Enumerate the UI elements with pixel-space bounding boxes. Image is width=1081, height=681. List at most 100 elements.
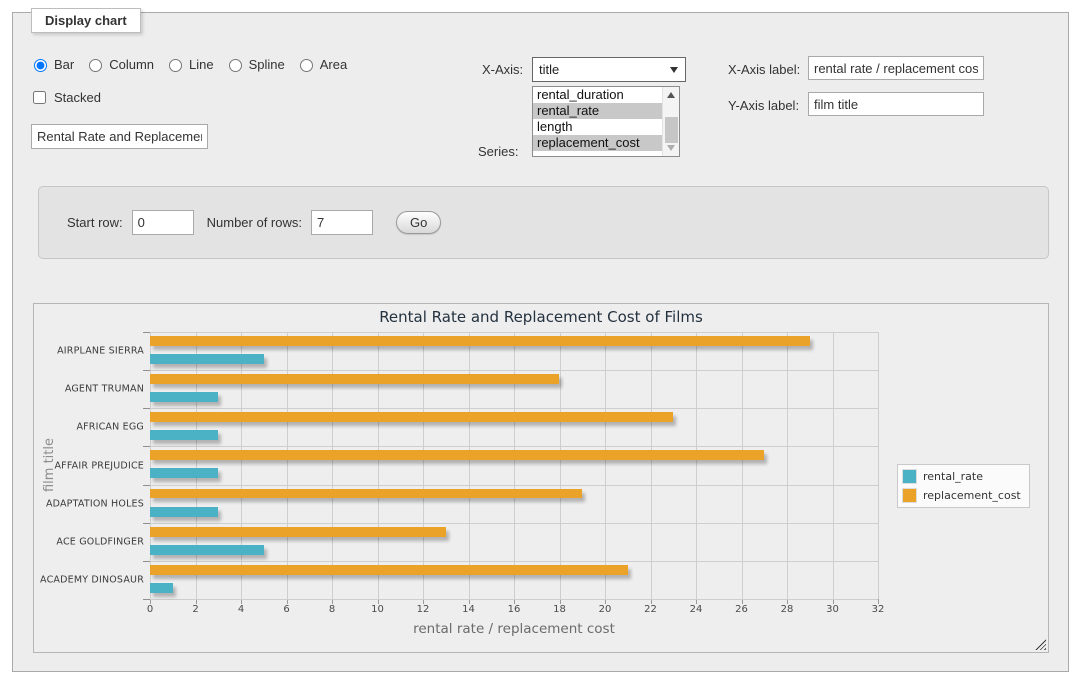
chart-type-radio-spline[interactable] bbox=[229, 59, 242, 72]
chart-type-group: Bar Column Line Spline Area bbox=[29, 56, 347, 72]
series-option-length[interactable]: length bbox=[533, 119, 662, 135]
gridline-horizontal bbox=[150, 408, 878, 409]
bar-rental_rate[interactable] bbox=[150, 583, 173, 593]
x-tick-label: 6 bbox=[283, 604, 289, 615]
bar-replacement_cost[interactable] bbox=[150, 412, 673, 422]
chart-type-option-spline[interactable]: Spline bbox=[224, 56, 285, 72]
chart-type-radio-area[interactable] bbox=[300, 59, 313, 72]
x-tick-label: 32 bbox=[872, 604, 885, 615]
number-of-rows-label: Number of rows: bbox=[207, 215, 302, 230]
y-axis-tick-mark bbox=[143, 332, 150, 333]
x-tick-label: 12 bbox=[417, 604, 430, 615]
panel-title: Display chart bbox=[31, 8, 141, 33]
y-axis-tick-mark bbox=[143, 599, 150, 600]
x-axis-select[interactable]: title bbox=[532, 57, 686, 82]
x-tick-label: 10 bbox=[371, 604, 384, 615]
bar-replacement_cost[interactable] bbox=[150, 527, 446, 537]
row-controls: Start row: Number of rows: Go bbox=[67, 187, 441, 258]
x-tick-label: 4 bbox=[238, 604, 244, 615]
x-tick-label: 16 bbox=[508, 604, 521, 615]
series-option-replacement_cost[interactable]: replacement_cost bbox=[533, 135, 662, 151]
x-tick-label: 22 bbox=[644, 604, 657, 615]
stacked-checkbox[interactable] bbox=[33, 91, 46, 104]
scroll-up-button[interactable] bbox=[663, 87, 680, 102]
arrow-up-icon bbox=[667, 92, 675, 98]
resize-grip-icon[interactable] bbox=[1035, 639, 1046, 650]
gridline-vertical bbox=[332, 332, 333, 599]
y-tick-label: ADAPTATION HOLES bbox=[46, 498, 144, 509]
x-tick-label: 28 bbox=[781, 604, 794, 615]
row-controls-bar: Start row: Number of rows: Go bbox=[38, 186, 1049, 259]
y-axis-label-field-label: Y-Axis label: bbox=[728, 98, 799, 113]
legend-swatch bbox=[902, 469, 917, 484]
y-tick-label: AGENT TRUMAN bbox=[65, 384, 144, 395]
listbox-scrollbar[interactable] bbox=[662, 87, 679, 156]
chart-type-option-label: Spline bbox=[249, 57, 285, 72]
gridline-vertical bbox=[605, 332, 606, 599]
x-axis-tick-labels: 02468101214161820222426283032 bbox=[150, 604, 878, 618]
gridline-horizontal bbox=[150, 599, 878, 600]
x-tick-label: 8 bbox=[329, 604, 335, 615]
chart-container: Rental Rate and Replacement Cost of Film… bbox=[33, 303, 1049, 653]
bar-rental_rate[interactable] bbox=[150, 468, 218, 478]
y-axis-label-input[interactable] bbox=[808, 92, 984, 116]
gridline-vertical bbox=[878, 332, 879, 599]
gridline-horizontal bbox=[150, 561, 878, 562]
y-axis-tick-mark bbox=[143, 561, 150, 562]
gridline-vertical bbox=[196, 332, 197, 599]
gridline-vertical bbox=[150, 332, 151, 599]
start-row-input[interactable] bbox=[132, 210, 194, 235]
chart-type-option-column[interactable]: Column bbox=[84, 56, 154, 72]
gridline-vertical bbox=[287, 332, 288, 599]
scroll-down-button[interactable] bbox=[663, 141, 680, 156]
x-tick-label: 30 bbox=[826, 604, 839, 615]
stacked-row: Stacked bbox=[29, 88, 101, 107]
gridline-vertical bbox=[378, 332, 379, 599]
chart-title: Rental Rate and Replacement Cost of Film… bbox=[34, 308, 1048, 326]
chart-type-option-area[interactable]: Area bbox=[295, 56, 347, 72]
bar-replacement_cost[interactable] bbox=[150, 450, 764, 460]
series-listbox[interactable]: rental_durationrental_ratelengthreplacem… bbox=[532, 86, 680, 157]
legend-label: rental_rate bbox=[923, 470, 983, 483]
bar-replacement_cost[interactable] bbox=[150, 565, 628, 575]
chart-type-option-line[interactable]: Line bbox=[164, 56, 214, 72]
bar-replacement_cost[interactable] bbox=[150, 374, 559, 384]
chart-title-input[interactable] bbox=[31, 124, 208, 149]
bar-rental_rate[interactable] bbox=[150, 354, 264, 364]
gridline-vertical bbox=[742, 332, 743, 599]
chart-type-option-bar[interactable]: Bar bbox=[29, 56, 74, 72]
bar-rental_rate[interactable] bbox=[150, 507, 218, 517]
display-chart-panel: Display chart BarColumnLineSplineArea St… bbox=[12, 12, 1069, 672]
chart-type-radio-column[interactable] bbox=[89, 59, 102, 72]
gridline-vertical bbox=[423, 332, 424, 599]
y-axis-tick-mark bbox=[143, 446, 150, 447]
gridline-vertical bbox=[651, 332, 652, 599]
x-tick-label: 14 bbox=[462, 604, 475, 615]
scroll-thumb[interactable] bbox=[665, 117, 678, 143]
x-tick-label: 24 bbox=[690, 604, 703, 615]
bar-replacement_cost[interactable] bbox=[150, 336, 810, 346]
chart-legend: rental_rate replacement_cost bbox=[897, 464, 1030, 508]
y-tick-label: ACADEMY DINOSAUR bbox=[40, 574, 144, 585]
series-label: Series: bbox=[478, 144, 518, 159]
y-tick-label: AFFAIR PREJUDICE bbox=[54, 460, 144, 471]
chart-type-radio-line[interactable] bbox=[169, 59, 182, 72]
number-of-rows-input[interactable] bbox=[311, 210, 373, 235]
legend-entry-replacement_cost: replacement_cost bbox=[902, 488, 1021, 503]
x-axis-select-value: title bbox=[539, 62, 559, 77]
x-axis-select-label: X-Axis: bbox=[482, 62, 523, 77]
x-axis-label-input[interactable] bbox=[808, 56, 984, 80]
stacked-label: Stacked bbox=[54, 90, 101, 105]
x-axis-title: rental rate / replacement cost bbox=[150, 621, 878, 637]
series-option-rental_rate[interactable]: rental_rate bbox=[533, 103, 662, 119]
gridline-vertical bbox=[560, 332, 561, 599]
bar-replacement_cost[interactable] bbox=[150, 489, 582, 499]
go-button[interactable]: Go bbox=[396, 211, 441, 234]
bar-rental_rate[interactable] bbox=[150, 545, 264, 555]
gridline-horizontal bbox=[150, 523, 878, 524]
chart-type-radio-bar[interactable] bbox=[34, 59, 47, 72]
bar-rental_rate[interactable] bbox=[150, 430, 218, 440]
bar-rental_rate[interactable] bbox=[150, 392, 218, 402]
x-tick-label: 20 bbox=[599, 604, 612, 615]
series-option-rental_duration[interactable]: rental_duration bbox=[533, 87, 662, 103]
